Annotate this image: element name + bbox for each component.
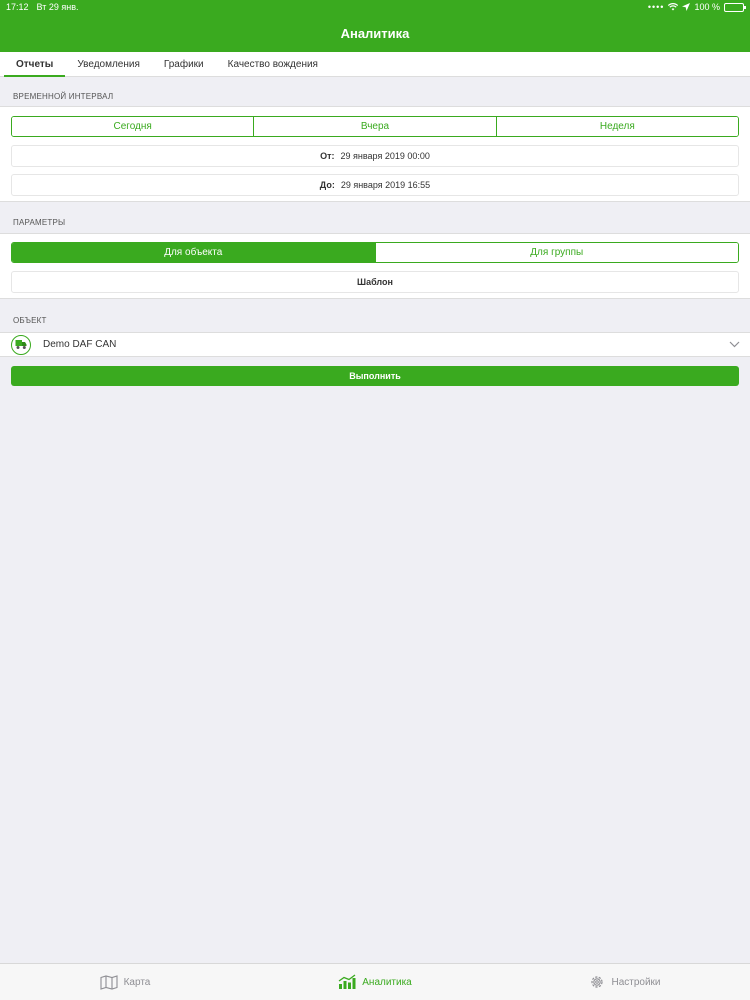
nav-bar: Аналитика (0, 14, 750, 52)
params-object-option[interactable]: Для объекта (12, 243, 375, 262)
params-segmented-control: Для объекта Для группы (11, 242, 739, 263)
tabbar-settings[interactable]: Настройки (500, 964, 750, 1000)
bottom-tab-bar: Карта Аналитика Настройки (0, 963, 750, 1000)
interval-today-option[interactable]: Сегодня (12, 117, 254, 136)
tabbar-settings-label: Настройки (611, 976, 661, 988)
location-arrow-icon (682, 3, 691, 11)
object-section-header: ОБЪЕКТ (13, 316, 47, 325)
tabbar-map-label: Карта (123, 976, 151, 988)
map-icon (100, 974, 118, 990)
to-label: До: (319, 180, 335, 190)
interval-panel: Сегодня Вчера Неделя От: 29 января 2019 … (0, 106, 750, 202)
truck-icon (11, 334, 31, 355)
params-group-option[interactable]: Для группы (374, 243, 738, 262)
object-selector[interactable]: Demo DAF CAN (0, 332, 750, 357)
object-name: Demo DAF CAN (43, 339, 117, 350)
from-value: 29 января 2019 00:00 (340, 151, 430, 161)
tab-driving-quality[interactable]: Качество вождения (216, 52, 330, 76)
analytics-icon (338, 974, 356, 989)
interval-segmented-control: Сегодня Вчера Неделя (11, 116, 739, 137)
tab-reports[interactable]: Отчеты (4, 52, 66, 77)
gear-icon (591, 976, 604, 988)
to-value: 29 января 2019 16:55 (340, 180, 431, 190)
status-bar: 17:12 Вт 29 янв. •••• 100 % (0, 0, 750, 14)
status-date: Вт 29 янв. (36, 2, 79, 12)
page-title: Аналитика (340, 25, 410, 41)
from-label: От: (320, 151, 335, 161)
tabbar-map[interactable]: Карта (0, 964, 250, 1000)
tab-notifications[interactable]: Уведомления (65, 52, 152, 76)
params-section-header: ПАРАМЕТРЫ (13, 218, 66, 227)
tabbar-analytics[interactable]: Аналитика (250, 964, 500, 1000)
signal-dots-icon: •••• (647, 2, 665, 12)
interval-week-option[interactable]: Неделя (495, 117, 738, 136)
params-panel: Для объекта Для группы Шаблон (0, 233, 750, 299)
wifi-icon (668, 3, 679, 11)
tab-charts[interactable]: Графики (152, 52, 216, 76)
interval-yesterday-option[interactable]: Вчера (253, 117, 496, 136)
template-field[interactable]: Шаблон (11, 271, 739, 293)
run-button[interactable]: Выполнить (11, 366, 739, 386)
top-tabs: Отчеты Уведомления Графики Качество вожд… (0, 52, 750, 77)
tabbar-analytics-label: Аналитика (362, 976, 412, 988)
from-date-field[interactable]: От: 29 января 2019 00:00 (11, 145, 739, 167)
interval-section-header: ВРЕМЕННОЙ ИНТЕРВАЛ (13, 92, 114, 101)
battery-icon (724, 2, 746, 12)
status-time: 17:12 (6, 2, 29, 12)
battery-percent: 100 % (694, 2, 720, 12)
chevron-down-icon (729, 341, 740, 348)
to-date-field[interactable]: До: 29 января 2019 16:55 (11, 174, 739, 196)
